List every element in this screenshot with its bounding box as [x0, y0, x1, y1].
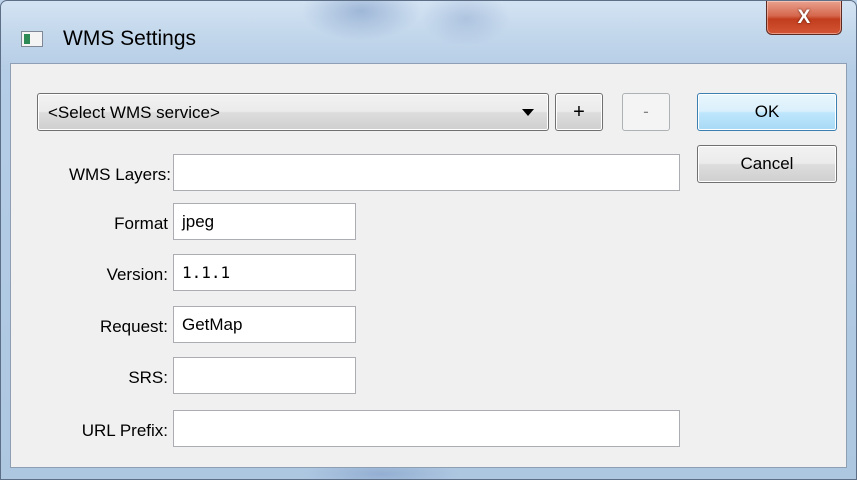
wms-service-select[interactable]: <Select WMS service> [37, 93, 549, 131]
version-field[interactable]: 1.1.1 [173, 254, 356, 291]
add-service-button[interactable]: + [555, 93, 603, 131]
close-icon: X [797, 6, 811, 28]
format-label: Format [114, 214, 168, 233]
wms-layers-label: WMS Layers: [68, 165, 171, 184]
cancel-button[interactable]: Cancel [697, 145, 837, 183]
format-field[interactable]: jpeg [173, 203, 356, 240]
title-bar[interactable]: WMS Settings X [1, 1, 856, 63]
ok-button[interactable]: OK [697, 93, 837, 131]
srs-field[interactable] [173, 357, 356, 394]
window-title: WMS Settings [63, 27, 197, 50]
version-label: Version: [106, 265, 168, 284]
request-label: Request: [99, 317, 168, 336]
request-field[interactable]: GetMap [173, 306, 356, 343]
wms-service-select-value: <Select WMS service> [48, 103, 220, 122]
dialog-content: <Select WMS service> + - OK Cancel WMS L… [10, 63, 847, 468]
chevron-down-icon[interactable] [522, 109, 534, 116]
dialog-window: WMS Settings X <Select WMS service> + - … [0, 0, 857, 480]
app-window-icon [21, 31, 43, 47]
url-prefix-label: URL Prefix: [81, 421, 168, 440]
srs-label: SRS: [128, 368, 168, 387]
wms-layers-field[interactable] [173, 154, 680, 191]
url-prefix-field[interactable] [173, 410, 680, 447]
remove-service-button[interactable]: - [622, 93, 670, 131]
close-button[interactable]: X [766, 1, 842, 35]
